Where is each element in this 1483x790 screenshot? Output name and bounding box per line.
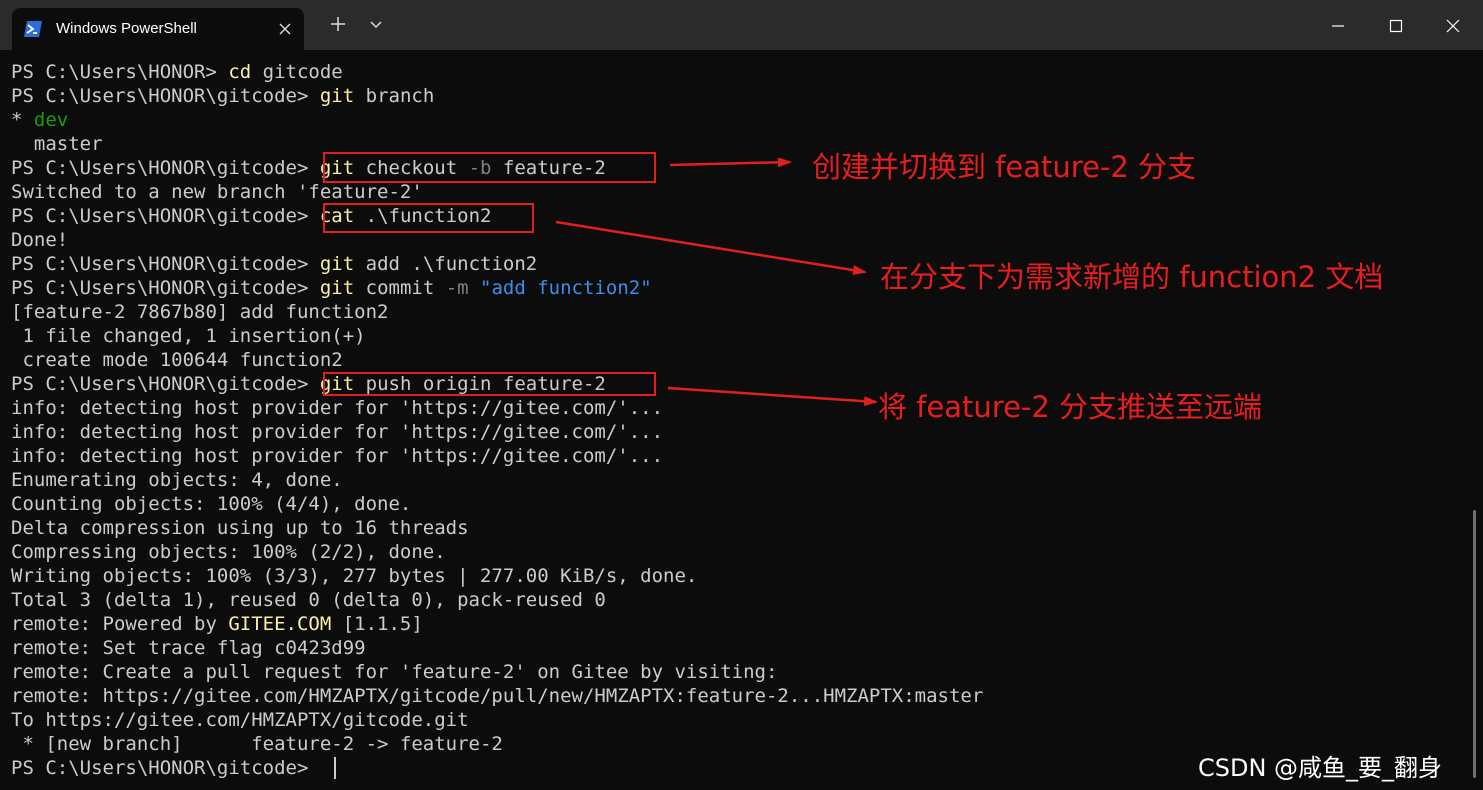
terminal-text-segment: -m (445, 277, 469, 299)
terminal-line: remote: https://gitee.com/HMZAPTX/gitcod… (11, 684, 983, 708)
terminal-text-segment: 1 file changed, 1 insertion(+) (11, 325, 366, 347)
terminal-text-segment: remote: Powered by (11, 613, 229, 635)
terminal-text-segment: Compressing objects: 100% (2/2), done. (11, 541, 446, 563)
terminal-text-segment: info: detecting host provider for 'https… (11, 445, 664, 467)
terminal-line: PS C:\Users\HONOR\gitcode> git branch (11, 84, 434, 108)
terminal-text-segment: PS C:\Users\HONOR\gitcode> (11, 757, 320, 779)
terminal-text-segment: To https://gitee.com/HMZAPTX/gitcode.git (11, 709, 469, 731)
annotation-note-function2: 在分支下为需求新增的 function2 文档 (880, 260, 1384, 294)
terminal-line: To https://gitee.com/HMZAPTX/gitcode.git (11, 708, 469, 732)
close-window-button[interactable] (1433, 10, 1473, 40)
terminal-text-segment: gitcode (251, 61, 343, 83)
terminal-line: info: detecting host provider for 'https… (11, 444, 663, 468)
title-bar: Windows PowerShell (0, 0, 1483, 50)
terminal-line: PS C:\Users\HONOR\gitcode> git commit -m… (11, 276, 652, 300)
minimize-button[interactable] (1318, 10, 1358, 40)
annotation-note-checkout: 创建并切换到 feature-2 分支 (812, 150, 1197, 184)
close-window-icon (1446, 19, 1460, 33)
terminal-text-segment: PS C:\Users\HONOR\gitcode> (11, 85, 320, 107)
terminal-text-segment: dev (33, 109, 69, 131)
terminal-text-segment: cd (228, 61, 252, 83)
terminal-text-segment: PS C:\Users\HONOR\gitcode> (11, 277, 320, 299)
terminal-line: master (11, 132, 103, 156)
terminal-text-segment: Enumerating objects: 4, done. (11, 469, 343, 491)
terminal-line: remote: Powered by GITEE.COM [1.1.5] (11, 612, 423, 636)
terminal-line: Compressing objects: 100% (2/2), done. (11, 540, 446, 564)
terminal-line: * dev (11, 108, 68, 132)
terminal-line: Done! (11, 228, 68, 252)
close-tab-icon[interactable] (278, 22, 292, 36)
new-tab-icon[interactable] (327, 13, 349, 35)
terminal-line: Switched to a new branch 'feature-2' (11, 180, 423, 204)
terminal-line: * [new branch] feature-2 -> feature-2 (11, 732, 503, 756)
terminal-line: [feature-2 7867b80] add function2 (11, 300, 389, 324)
scrollbar[interactable] (1473, 510, 1476, 778)
terminal-text-segment: remote: Set trace flag c0423d99 (11, 637, 366, 659)
powershell-icon (24, 21, 42, 37)
terminal-text-segment: "add function2" (480, 277, 652, 299)
terminal-line: info: detecting host provider for 'https… (11, 420, 663, 444)
terminal-text-segment: PS C:\Users\HONOR\gitcode> (11, 157, 320, 179)
terminal-text-segment: * (11, 109, 34, 131)
terminal-text-segment: PS C:\Users\HONOR> (11, 61, 229, 83)
terminal-line: 1 file changed, 1 insertion(+) (11, 324, 366, 348)
terminal-text-segment: [feature-2 7867b80] add function2 (11, 301, 389, 323)
terminal-line: Writing objects: 100% (3/3), 277 bytes |… (11, 564, 697, 588)
terminal-text-segment: git (319, 277, 355, 299)
terminal-text-segment: PS C:\Users\HONOR\gitcode> (11, 373, 320, 395)
terminal-line: Counting objects: 100% (4/4), done. (11, 492, 411, 516)
terminal-text-segment: [1.1.5] (331, 613, 423, 635)
terminal-line: remote: Create a pull request for 'featu… (11, 660, 777, 684)
terminal-text-segment: info: detecting host provider for 'https… (11, 397, 664, 419)
terminal-text-segment: branch (354, 85, 435, 107)
dropdown-icon[interactable] (365, 13, 387, 35)
terminal-line: Enumerating objects: 4, done. (11, 468, 343, 492)
terminal-text-segment: git (319, 253, 355, 275)
terminal-line: PS C:\Users\HONOR\gitcode> git add .\fun… (11, 252, 537, 276)
highlight-box-cat (323, 203, 534, 233)
terminal-text-segment: remote: https://gitee.com/HMZAPTX/gitcod… (11, 685, 984, 707)
maximize-button[interactable] (1376, 10, 1416, 40)
highlight-box-checkout (323, 152, 656, 183)
terminal-text-segment: info: detecting host provider for 'https… (11, 421, 664, 443)
maximize-icon (1389, 19, 1403, 33)
terminal-line: PS C:\Users\HONOR> cd gitcode (11, 60, 343, 84)
minimize-icon (1332, 25, 1344, 27)
terminal-text-segment: remote: Create a pull request for 'featu… (11, 661, 778, 683)
terminal-text-segment: Delta compression using up to 16 threads (11, 517, 469, 539)
terminal-line: PS C:\Users\HONOR\gitcode> (11, 756, 320, 780)
terminal-text-segment: commit (354, 277, 446, 299)
terminal-text-segment: Done! (11, 229, 69, 251)
terminal-text-segment: Writing objects: 100% (3/3), 277 bytes |… (11, 565, 698, 587)
highlight-box-push (323, 372, 656, 396)
terminal-line: Total 3 (delta 1), reused 0 (delta 0), p… (11, 588, 606, 612)
terminal-line: remote: Set trace flag c0423d99 (11, 636, 366, 660)
terminal-text-segment: GITEE.COM (228, 613, 332, 635)
terminal-text-segment: Switched to a new branch 'feature-2' (11, 181, 423, 203)
tab-title: Windows PowerShell (56, 20, 197, 37)
terminal-text-segment: PS C:\Users\HONOR\gitcode> (11, 253, 320, 275)
terminal-line: info: detecting host provider for 'https… (11, 396, 663, 420)
terminal-text-segment: git (319, 85, 355, 107)
terminal-text-segment: create mode 100644 function2 (11, 349, 343, 371)
terminal-text-segment: Total 3 (delta 1), reused 0 (delta 0), p… (11, 589, 606, 611)
terminal-line: create mode 100644 function2 (11, 348, 343, 372)
text-cursor (334, 757, 336, 779)
csdn-watermark: CSDN @咸鱼_要_翻身 (1198, 754, 1443, 782)
terminal-text-segment: * [new branch] feature-2 -> feature-2 (11, 733, 503, 755)
tab-windows-powershell[interactable]: Windows PowerShell (12, 8, 304, 50)
annotation-note-push: 将 feature-2 分支推送至远端 (878, 390, 1263, 424)
terminal-text-segment: add .\function2 (354, 253, 538, 275)
terminal-text-segment: Counting objects: 100% (4/4), done. (11, 493, 412, 515)
terminal-text-segment: master (11, 133, 103, 155)
terminal-text-segment: PS C:\Users\HONOR\gitcode> (11, 205, 320, 227)
terminal-line: Delta compression using up to 16 threads (11, 516, 469, 540)
